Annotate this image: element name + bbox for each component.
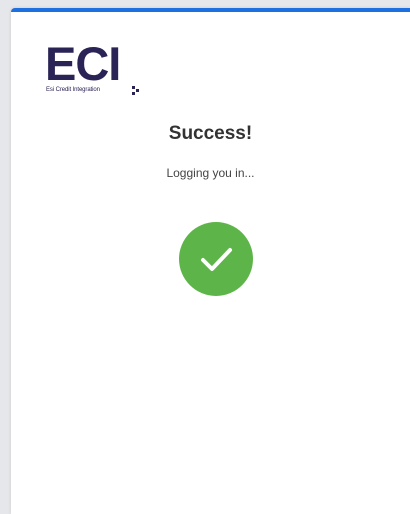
logo-wordmark: ECI <box>45 37 121 90</box>
eci-logo: ECI Esi Credit Integration <box>45 40 155 100</box>
login-status-card: ECI Esi Credit Integration Success! Logg… <box>11 8 410 514</box>
status-title: Success! <box>168 123 253 144</box>
logo-tagline: Esi Credit Integration <box>46 87 100 93</box>
status-message: Logging you in... <box>166 166 255 180</box>
check-circle-icon <box>179 222 253 296</box>
checkmark-icon <box>201 248 232 271</box>
logo-mark-icon <box>132 86 139 95</box>
